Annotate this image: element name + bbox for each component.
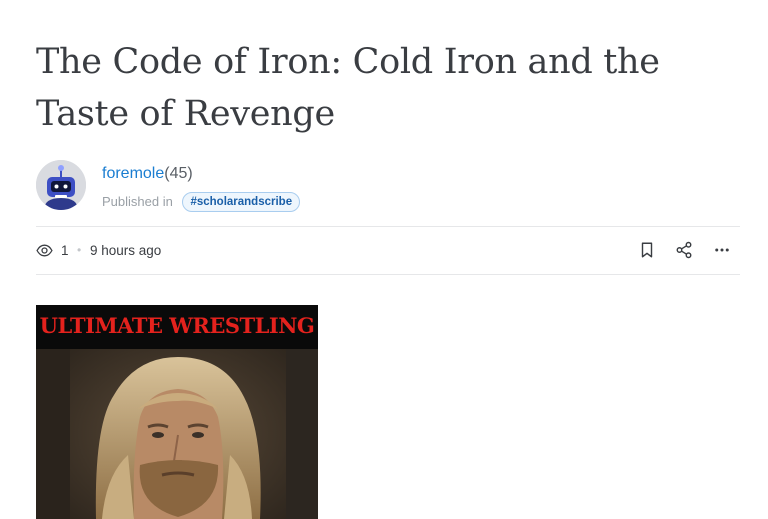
meta-separator: • <box>77 243 82 257</box>
author-name: foremole(45) <box>102 165 193 183</box>
cover-image[interactable]: ULTIMATE WRESTLING <box>36 305 318 519</box>
cover-banner: ULTIMATE WRESTLING <box>36 305 318 349</box>
published-in: Published in #scholarandscribe <box>102 192 301 212</box>
community-tag[interactable]: #scholarandscribe <box>182 192 301 212</box>
more-icon[interactable] <box>713 241 731 264</box>
article-title: The Code of Iron: Cold Iron and the Tast… <box>36 42 660 134</box>
article-actions <box>636 241 740 261</box>
timestamp: 9 hours ago <box>90 243 162 258</box>
share-icon[interactable] <box>675 241 693 264</box>
view-count: 1 <box>61 243 69 258</box>
divider-top <box>36 226 740 227</box>
author-reputation: (45) <box>164 165 193 182</box>
divider-bottom <box>36 274 740 275</box>
author-link[interactable]: foremole <box>102 165 164 182</box>
cover-banner-text: ULTIMATE WRESTLING <box>39 313 315 338</box>
published-in-label: Published in <box>102 194 173 209</box>
avatar[interactable] <box>36 160 86 210</box>
bookmark-icon[interactable] <box>638 241 656 264</box>
eye-icon <box>36 242 53 262</box>
robot-avatar-icon <box>36 160 86 210</box>
